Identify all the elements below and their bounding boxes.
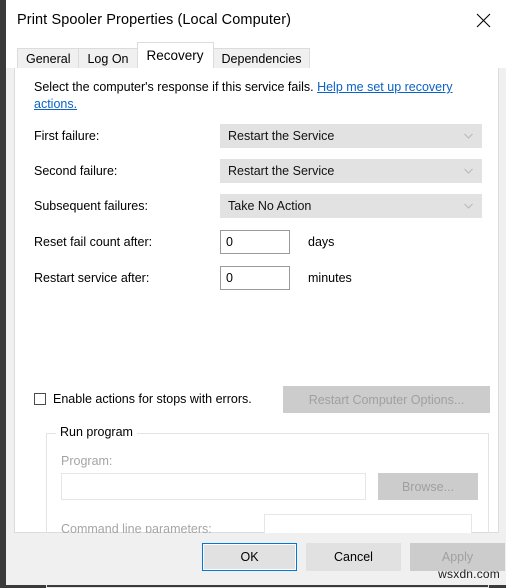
chevron-down-icon <box>464 160 473 182</box>
subsequent-failures-dropdown[interactable]: Take No Action <box>220 194 482 218</box>
enable-actions-checkbox[interactable] <box>34 393 46 405</box>
tab-strip: General Log On Recovery Dependencies <box>6 40 506 68</box>
restart-service-after-unit: minutes <box>308 271 352 285</box>
cancel-button[interactable]: Cancel <box>306 543 401 571</box>
tab-log-on[interactable]: Log On <box>78 48 138 68</box>
ok-button[interactable]: OK <box>202 543 297 571</box>
restart-computer-options-button[interactable]: Restart Computer Options... <box>283 386 490 413</box>
first-failure-row: First failure: Restart the Service <box>34 123 490 149</box>
browse-button[interactable]: Browse... <box>378 473 478 500</box>
properties-dialog: Print Spooler Properties (Local Computer… <box>6 0 506 588</box>
restart-service-after-row: Restart service after: minutes <box>34 265 490 291</box>
description-text: Select the computer's response if this s… <box>34 80 318 94</box>
restart-service-after-input[interactable] <box>220 266 290 290</box>
enable-actions-label: Enable actions for stops with errors. <box>53 392 252 406</box>
run-program-group-title: Run program <box>56 425 137 439</box>
title-bar: Print Spooler Properties (Local Computer… <box>6 0 506 40</box>
watermark: wsxdn.com <box>438 567 500 581</box>
second-failure-label: Second failure: <box>34 164 118 178</box>
close-icon[interactable] <box>460 0 506 40</box>
enable-actions-checkbox-row[interactable]: Enable actions for stops with errors. <box>34 392 252 406</box>
tab-recovery[interactable]: Recovery <box>136 42 214 68</box>
tab-dependencies[interactable]: Dependencies <box>212 48 311 68</box>
restart-service-after-label: Restart service after: <box>34 271 150 285</box>
subsequent-failures-row: Subsequent failures: Take No Action <box>34 193 490 219</box>
subsequent-failures-value: Take No Action <box>228 199 312 213</box>
chevron-down-icon <box>464 195 473 217</box>
reset-fail-count-label: Reset fail count after: <box>34 235 153 249</box>
window-title: Print Spooler Properties (Local Computer… <box>17 12 292 28</box>
reset-fail-count-unit: days <box>308 235 335 249</box>
dialog-footer: OK Cancel Apply wsxdn.com <box>6 533 506 585</box>
recovery-description: Select the computer's response if this s… <box>34 79 490 113</box>
program-label: Program: <box>61 454 113 468</box>
chevron-down-icon <box>464 125 473 147</box>
second-failure-row: Second failure: Restart the Service <box>34 158 490 184</box>
tab-general[interactable]: General <box>17 48 80 68</box>
second-failure-value: Restart the Service <box>228 164 335 178</box>
first-failure-label: First failure: <box>34 129 100 143</box>
subsequent-failures-label: Subsequent failures: <box>34 199 148 213</box>
recovery-panel: Select the computer's response if this s… <box>14 68 499 588</box>
reset-fail-count-input[interactable] <box>220 230 290 254</box>
second-failure-dropdown[interactable]: Restart the Service <box>220 159 482 183</box>
program-input[interactable] <box>61 473 366 500</box>
first-failure-dropdown[interactable]: Restart the Service <box>220 124 482 148</box>
first-failure-value: Restart the Service <box>228 129 335 143</box>
reset-fail-count-row: Reset fail count after: days <box>34 229 490 255</box>
